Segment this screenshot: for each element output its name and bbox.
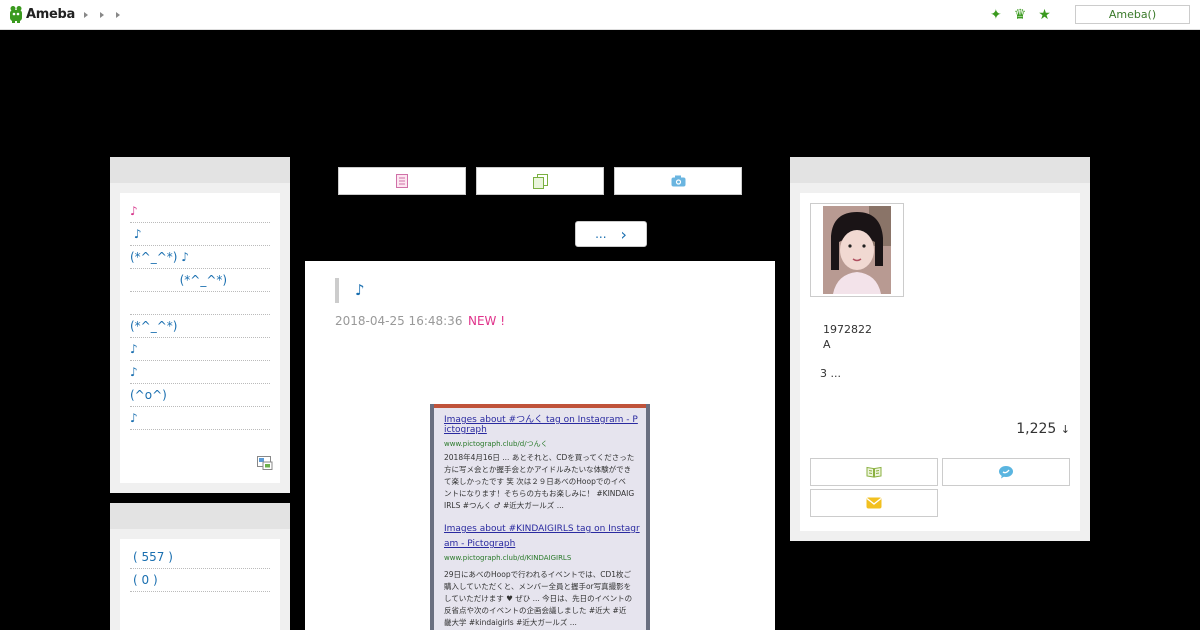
pagination-ellipsis[interactable]: ... — [595, 227, 606, 241]
breadcrumb-arrow-icon[interactable] — [100, 12, 104, 18]
reader-count-arrow: ↓ — [1060, 423, 1070, 436]
recent-entry-link[interactable]: ♪ — [130, 200, 270, 223]
screenshot-text: www.pictograph.club/d/つんく — [444, 440, 548, 448]
screenshot-text: 方に写メ会とか握手会とかアイドルみたいな体験ができ — [444, 465, 632, 474]
panel-header — [790, 157, 1090, 183]
breadcrumb-arrow-icon[interactable] — [116, 12, 120, 18]
breadcrumb-arrow-icon[interactable] — [84, 12, 88, 18]
star-icon[interactable]: ★ — [1038, 6, 1051, 24]
top-bar: Ameba ✦ ♛ ★ Ameba() — [0, 0, 1200, 30]
article-photo[interactable]: Images about #つんく tag on Instagram - P i… — [430, 404, 650, 630]
screenshot-text: ントになります！そちらの方もお楽しみに！ #KINDAIG — [444, 489, 635, 498]
ameba-logo-icon — [10, 6, 22, 23]
profile-more-link[interactable]: 3 ... — [820, 367, 841, 380]
article: ♪ 2018-04-25 16:48:36 NEW ! Images about… — [305, 261, 775, 630]
panel-header — [110, 157, 290, 183]
archive-body: ( 557 ) ( 0 ) — [120, 539, 280, 630]
envelope-icon — [866, 497, 882, 509]
screenshot-text: am - Pictograph — [444, 539, 516, 549]
phone-status-bar — [434, 404, 646, 408]
profile-panel: 1972822 A 3 ... 1,225 ↓ — [790, 157, 1090, 541]
logo-text: Ameba — [26, 6, 76, 22]
recent-entry-link[interactable]: ♪ — [130, 407, 270, 430]
speech-bubble-icon — [999, 466, 1013, 479]
screenshot-text: ictograph — [444, 425, 487, 435]
screenshot-text: Images about #KINDAIGIRLS tag on Instagr — [444, 524, 640, 534]
recent-entry-link[interactable]: (*^_^*) ♪ — [130, 246, 270, 269]
profile-line: 1972822 — [823, 323, 872, 336]
top-icon-group: ✦ ♛ ★ — [990, 6, 1051, 24]
recent-entry-link[interactable] — [130, 292, 270, 315]
screenshot-text: て楽しかったです 笑 次は２９日あべのHoopでのイベ — [444, 477, 626, 486]
recent-entry-link[interactable]: (*^_^*) — [130, 315, 270, 338]
archive-link[interactable]: ( 0 ) — [130, 569, 270, 592]
recent-entries-body: ♪ ♪ (*^_^*) ♪ (*^_^*) (*^_^*) ♪ ♪ (^o^) … — [120, 193, 280, 483]
user-menu-button[interactable]: Ameba() — [1075, 5, 1190, 24]
phone-screen-content: Images about #つんく tag on Instagram - P i… — [434, 404, 646, 630]
avatar-photo — [823, 206, 891, 294]
panel-header — [110, 503, 290, 529]
recent-entries-list: ♪ ♪ (*^_^*) ♪ (*^_^*) (*^_^*) ♪ ♪ (^o^) … — [120, 193, 280, 430]
breadcrumb — [84, 9, 120, 18]
article-date: 2018-04-25 16:48:36 — [335, 314, 463, 328]
screenshot-text: 購入していただくと、メンバー全員と握手or写真撮影を — [444, 582, 632, 591]
archive-panel: ( 557 ) ( 0 ) — [110, 503, 290, 630]
archive-link[interactable]: ( 557 ) — [130, 546, 270, 569]
tab-photos[interactable] — [614, 167, 742, 195]
rss-feed-icon[interactable] — [257, 456, 273, 470]
screenshot-text: 2018年4月16日 ... あとそれと、CDを買ってくださった — [444, 453, 635, 462]
screenshot-text: 反省点や次のイベントの企画会議しました #近大 #近 — [444, 606, 627, 615]
screenshot-text: 畿大学 #kindaigirls #近大ガールズ ... — [444, 618, 577, 627]
avatar[interactable] — [823, 206, 891, 294]
screenshot-text: していただけます ♥ ぜひ ... 今日は、先日のイベントの — [444, 594, 633, 603]
recent-entry-link[interactable]: ♪ — [130, 361, 270, 384]
next-page-chevron-icon[interactable]: › — [621, 225, 627, 244]
avatar-frame — [810, 203, 904, 297]
recent-entry-link[interactable]: ♪ — [130, 338, 270, 361]
ameba-logo[interactable]: Ameba — [9, 5, 75, 23]
profile-line: A — [823, 338, 831, 351]
screenshot-text: IRLS #つんく ♂ #近大ガールズ ... — [444, 501, 564, 510]
recent-entries-panel: ♪ ♪ (*^_^*) ♪ (*^_^*) (*^_^*) ♪ ♪ (^o^) … — [110, 157, 290, 493]
reader-register-button[interactable] — [810, 458, 938, 486]
document-icon — [396, 174, 408, 188]
tab-entry-list[interactable] — [476, 167, 604, 195]
profile-body: 1972822 A 3 ... 1,225 ↓ — [800, 193, 1080, 531]
message-button[interactable] — [810, 489, 938, 517]
copy-pages-icon — [532, 173, 548, 189]
profile-info: 1972822 A — [823, 322, 872, 352]
reader-count[interactable]: 1,225 ↓ — [1016, 421, 1070, 437]
recent-entry-link[interactable]: (*^_^*) — [130, 269, 270, 292]
sparkle-icon[interactable]: ✦ — [990, 6, 1002, 24]
chat-button[interactable] — [942, 458, 1070, 486]
recent-entry-link[interactable]: ♪ — [130, 223, 270, 246]
article-title[interactable]: ♪ — [335, 278, 365, 303]
screenshot-text: Images about #つんく tag on Instagram - P — [444, 415, 638, 425]
reader-count-value: 1,225 — [1016, 421, 1057, 437]
tab-entries[interactable] — [338, 167, 466, 195]
screenshot-text: 29日にあべのHoopで行われるイベントでは、CD1枚ご — [444, 570, 632, 579]
open-book-icon — [866, 466, 882, 478]
pagination: ... › — [575, 221, 647, 247]
camera-icon — [671, 175, 685, 187]
screenshot-text: www.pictograph.club/d/KINDAIGIRLS — [444, 554, 572, 562]
new-badge: NEW ! — [468, 314, 506, 328]
recent-entry-link[interactable]: (^o^) — [130, 384, 270, 407]
crown-icon[interactable]: ♛ — [1014, 6, 1027, 24]
